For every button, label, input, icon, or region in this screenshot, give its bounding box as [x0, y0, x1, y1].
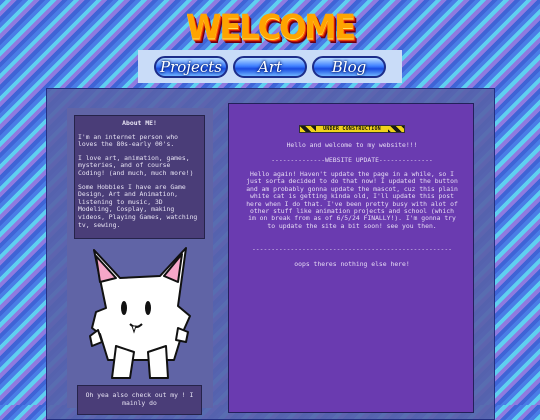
update-heading: --------------WEBSITE UPDATE------------…	[271, 156, 433, 164]
welcome-text: Hello and welcome to my website!!!	[286, 141, 418, 149]
about-hobbies: Some Hobbies I have are Game Design, Art…	[78, 182, 198, 229]
end-text: oops theres nothing else here!	[294, 260, 410, 268]
under-construction-icon: UNDER CONSTRUCTION	[299, 125, 405, 133]
divider: ----------------------------------------…	[251, 246, 453, 253]
about-me-box: About ME! I'm an internet person who lov…	[74, 115, 205, 239]
under-construction-label: UNDER CONSTRUCTION	[316, 126, 388, 132]
about-heading: About ME!	[122, 119, 157, 127]
white-cat-mascot-icon	[89, 247, 191, 379]
nav-art-button[interactable]: Art	[233, 55, 307, 78]
nav-projects-button[interactable]: Projects	[154, 55, 228, 78]
main-panel: UNDER CONSTRUCTION Hello and welcome to …	[228, 103, 474, 413]
nav-blog-button[interactable]: Blog	[312, 55, 386, 78]
update-body: Hello again! Haven't update the page in …	[246, 170, 458, 230]
about-intro: I'm an internet person who loves the 80s…	[78, 132, 179, 149]
nav-bar: Projects Art Blog	[138, 50, 402, 83]
check-out-box: Oh yea also check out my ! I mainly do	[77, 385, 202, 415]
page-title: WELCOME	[186, 7, 356, 47]
about-loves: I love art, animation, games, mysteries,…	[78, 153, 194, 177]
